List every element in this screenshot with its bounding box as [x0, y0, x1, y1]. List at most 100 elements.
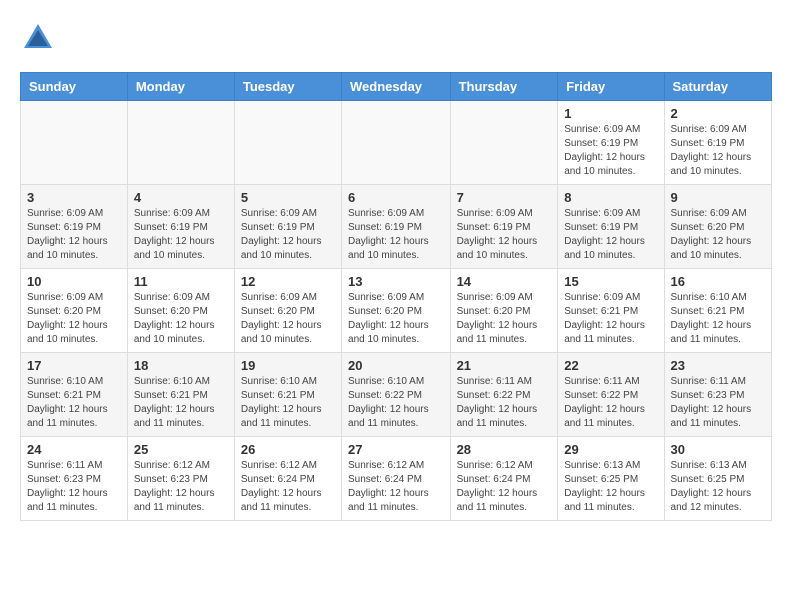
day-number: 4	[134, 190, 228, 205]
calendar-cell: 12 Sunrise: 6:09 AM Sunset: 6:20 PM Dayli…	[234, 269, 341, 353]
calendar-week-row: 17 Sunrise: 6:10 AM Sunset: 6:21 PM Dayli…	[21, 353, 772, 437]
day-header-wednesday: Wednesday	[342, 73, 451, 101]
calendar-cell: 24Sunrise: 6:11 AM Sunset: 6:23 PM Dayli…	[21, 437, 128, 521]
day-number: 18	[134, 358, 228, 373]
day-number: 1	[564, 106, 657, 121]
day-number: 2	[671, 106, 765, 121]
calendar-cell	[127, 101, 234, 185]
day-info: Sunrise: 6:13 AM Sunset: 6:25 PM Dayligh…	[671, 459, 765, 515]
calendar-cell: 20 Sunrise: 6:10 AM Sunset: 6:22 PM Dayli…	[342, 353, 451, 437]
day-info: Sunrise: 6:09 AM Sunset: 6:20 PM Dayligh…	[348, 291, 444, 347]
calendar-cell: 30 Sunrise: 6:13 AM Sunset: 6:25 PM Dayli…	[664, 437, 771, 521]
day-number: 13	[348, 274, 444, 289]
calendar-cell: 27 Sunrise: 6:12 AM Sunset: 6:24 PM Dayli…	[342, 437, 451, 521]
day-info: Sunrise: 6:12 AM Sunset: 6:23 PM Dayligh…	[134, 459, 228, 515]
calendar-cell: 19 Sunrise: 6:10 AM Sunset: 6:21 PM Dayli…	[234, 353, 341, 437]
day-info: Sunrise: 6:12 AM Sunset: 6:24 PM Dayligh…	[241, 459, 335, 515]
day-info: Sunrise: 6:12 AM Sunset: 6:24 PM Dayligh…	[457, 459, 552, 515]
day-number: 9	[671, 190, 765, 205]
day-header-monday: Monday	[127, 73, 234, 101]
day-number: 25	[134, 442, 228, 457]
page-header	[20, 20, 772, 56]
day-number: 7	[457, 190, 552, 205]
day-number: 14	[457, 274, 552, 289]
calendar-cell	[234, 101, 341, 185]
day-number: 12	[241, 274, 335, 289]
day-number: 17	[27, 358, 121, 373]
day-info: Sunrise: 6:13 AM Sunset: 6:25 PM Dayligh…	[564, 459, 657, 515]
day-info: Sunrise: 6:10 AM Sunset: 6:21 PM Dayligh…	[241, 375, 335, 431]
calendar-table: SundayMondayTuesdayWednesdayThursdayFrid…	[20, 72, 772, 521]
day-info: Sunrise: 6:09 AM Sunset: 6:20 PM Dayligh…	[241, 291, 335, 347]
calendar-cell: 4 Sunrise: 6:09 AM Sunset: 6:19 PM Daylig…	[127, 185, 234, 269]
day-info: Sunrise: 6:09 AM Sunset: 6:21 PM Dayligh…	[564, 291, 657, 347]
calendar-cell: 16 Sunrise: 6:10 AM Sunset: 6:21 PM Dayli…	[664, 269, 771, 353]
calendar-cell: 28 Sunrise: 6:12 AM Sunset: 6:24 PM Dayli…	[450, 437, 558, 521]
day-info: Sunrise: 6:10 AM Sunset: 6:21 PM Dayligh…	[134, 375, 228, 431]
day-info: Sunrise: 6:11 AM Sunset: 6:22 PM Dayligh…	[564, 375, 657, 431]
day-number: 20	[348, 358, 444, 373]
day-number: 26	[241, 442, 335, 457]
calendar-week-row: 3 Sunrise: 6:09 AM Sunset: 6:19 PM Daylig…	[21, 185, 772, 269]
day-info: Sunrise: 6:09 AM Sunset: 6:19 PM Dayligh…	[457, 207, 552, 263]
day-number: 10	[27, 274, 121, 289]
calendar-cell: 1Sunrise: 6:09 AM Sunset: 6:19 PM Daylig…	[558, 101, 664, 185]
day-info: Sunrise: 6:11 AM Sunset: 6:23 PM Dayligh…	[27, 459, 121, 515]
day-info: Sunrise: 6:11 AM Sunset: 6:22 PM Dayligh…	[457, 375, 552, 431]
calendar-cell: 10 Sunrise: 6:09 AM Sunset: 6:20 PM Dayli…	[21, 269, 128, 353]
day-info: Sunrise: 6:10 AM Sunset: 6:22 PM Dayligh…	[348, 375, 444, 431]
calendar-week-row: 1 Sunrise: 6:09 AM Sunset: 6:19 PM Daylig…	[21, 101, 772, 185]
day-header-tuesday: Tuesday	[234, 73, 341, 101]
day-header-thursday: Thursday	[450, 73, 558, 101]
day-number: 8	[564, 190, 657, 205]
day-info: Sunrise: 6:10 AM Sunset: 6:21 PM Dayligh…	[671, 291, 765, 347]
day-number: 21	[457, 358, 552, 373]
calendar-cell: 18 Sunrise: 6:10 AM Sunset: 6:21 PM Dayli…	[127, 353, 234, 437]
day-header-saturday: Saturday	[664, 73, 771, 101]
day-number: 22	[564, 358, 657, 373]
day-info: Sunrise: 6:09 AM Sunset: 6:19 PM Dayligh…	[671, 123, 765, 179]
calendar-cell: 22 Sunrise: 6:11 AM Sunset: 6:22 PM Dayli…	[558, 353, 664, 437]
calendar-week-row: 24Sunrise: 6:11 AM Sunset: 6:23 PM Dayli…	[21, 437, 772, 521]
calendar-cell	[450, 101, 558, 185]
day-number: 28	[457, 442, 552, 457]
calendar-cell: 7 Sunrise: 6:09 AM Sunset: 6:19 PM Daylig…	[450, 185, 558, 269]
day-number: 30	[671, 442, 765, 457]
calendar-cell: 3Sunrise: 6:09 AM Sunset: 6:19 PM Daylig…	[21, 185, 128, 269]
calendar-cell	[21, 101, 128, 185]
calendar-cell: 5Sunrise: 6:09 AM Sunset: 6:19 PM Daylig…	[234, 185, 341, 269]
day-number: 3	[27, 190, 121, 205]
day-number: 11	[134, 274, 228, 289]
calendar-cell: 23Sunrise: 6:11 AM Sunset: 6:23 PM Dayli…	[664, 353, 771, 437]
calendar-cell: 14Sunrise: 6:09 AM Sunset: 6:20 PM Dayli…	[450, 269, 558, 353]
calendar-week-row: 10 Sunrise: 6:09 AM Sunset: 6:20 PM Dayli…	[21, 269, 772, 353]
calendar-cell: 17 Sunrise: 6:10 AM Sunset: 6:21 PM Dayli…	[21, 353, 128, 437]
calendar-header-row: SundayMondayTuesdayWednesdayThursdayFrid…	[21, 73, 772, 101]
day-info: Sunrise: 6:09 AM Sunset: 6:19 PM Dayligh…	[564, 207, 657, 263]
calendar-cell: 15Sunrise: 6:09 AM Sunset: 6:21 PM Dayli…	[558, 269, 664, 353]
day-info: Sunrise: 6:09 AM Sunset: 6:20 PM Dayligh…	[27, 291, 121, 347]
day-info: Sunrise: 6:09 AM Sunset: 6:20 PM Dayligh…	[671, 207, 765, 263]
day-number: 16	[671, 274, 765, 289]
logo-icon	[20, 20, 56, 56]
calendar-cell: 8 Sunrise: 6:09 AM Sunset: 6:19 PM Daylig…	[558, 185, 664, 269]
day-info: Sunrise: 6:09 AM Sunset: 6:19 PM Dayligh…	[134, 207, 228, 263]
calendar-cell: 6 Sunrise: 6:09 AM Sunset: 6:19 PM Daylig…	[342, 185, 451, 269]
day-number: 6	[348, 190, 444, 205]
day-number: 27	[348, 442, 444, 457]
day-number: 29	[564, 442, 657, 457]
day-info: Sunrise: 6:11 AM Sunset: 6:23 PM Dayligh…	[671, 375, 765, 431]
logo	[20, 20, 62, 56]
calendar-cell: 13 Sunrise: 6:09 AM Sunset: 6:20 PM Dayli…	[342, 269, 451, 353]
calendar-cell: 2 Sunrise: 6:09 AM Sunset: 6:19 PM Daylig…	[664, 101, 771, 185]
calendar-cell: 21 Sunrise: 6:11 AM Sunset: 6:22 PM Dayli…	[450, 353, 558, 437]
calendar-cell: 9 Sunrise: 6:09 AM Sunset: 6:20 PM Daylig…	[664, 185, 771, 269]
day-info: Sunrise: 6:12 AM Sunset: 6:24 PM Dayligh…	[348, 459, 444, 515]
day-info: Sunrise: 6:09 AM Sunset: 6:19 PM Dayligh…	[241, 207, 335, 263]
day-number: 19	[241, 358, 335, 373]
day-info: Sunrise: 6:10 AM Sunset: 6:21 PM Dayligh…	[27, 375, 121, 431]
day-info: Sunrise: 6:09 AM Sunset: 6:19 PM Dayligh…	[348, 207, 444, 263]
day-header-sunday: Sunday	[21, 73, 128, 101]
calendar-cell	[342, 101, 451, 185]
calendar-cell: 26 Sunrise: 6:12 AM Sunset: 6:24 PM Dayli…	[234, 437, 341, 521]
